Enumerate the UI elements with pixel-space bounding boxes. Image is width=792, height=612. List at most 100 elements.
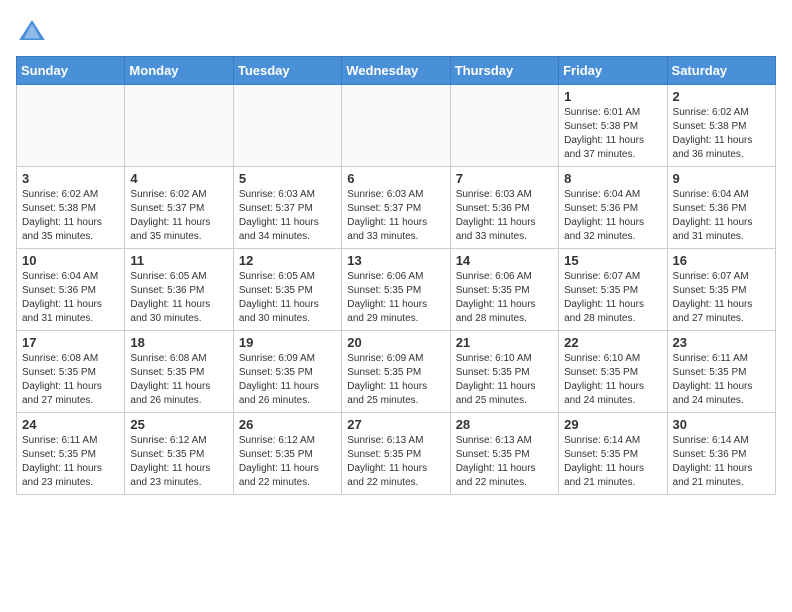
day-info: Sunrise: 6:13 AM Sunset: 5:35 PM Dayligh… [456,434,553,490]
page-header [16,16,776,48]
day-number: 9 [673,171,770,186]
calendar-cell: 26 Sunrise: 6:12 AM Sunset: 5:35 PM Dayli… [233,413,341,495]
calendar-cell: 22 Sunrise: 6:10 AM Sunset: 5:35 PM Dayli… [559,331,667,413]
day-info: Sunrise: 6:11 AM Sunset: 5:35 PM Dayligh… [22,434,119,490]
weekday-header-saturday: Saturday [667,57,775,85]
day-number: 18 [130,335,227,350]
calendar-cell: 6 Sunrise: 6:03 AM Sunset: 5:37 PM Daylig… [342,167,450,249]
calendar-cell: 18 Sunrise: 6:08 AM Sunset: 5:35 PM Dayli… [125,331,233,413]
weekday-header-sunday: Sunday [17,57,125,85]
day-info: Sunrise: 6:14 AM Sunset: 5:35 PM Dayligh… [564,434,661,490]
day-number: 26 [239,417,336,432]
calendar-cell [450,85,558,167]
logo [16,16,52,48]
day-info: Sunrise: 6:05 AM Sunset: 5:35 PM Dayligh… [239,270,336,326]
day-info: Sunrise: 6:04 AM Sunset: 5:36 PM Dayligh… [564,188,661,244]
day-info: Sunrise: 6:12 AM Sunset: 5:35 PM Dayligh… [239,434,336,490]
day-number: 17 [22,335,119,350]
day-number: 21 [456,335,553,350]
day-info: Sunrise: 6:08 AM Sunset: 5:35 PM Dayligh… [22,352,119,408]
calendar-cell: 30 Sunrise: 6:14 AM Sunset: 5:36 PM Dayli… [667,413,775,495]
weekday-header-row: SundayMondayTuesdayWednesdayThursdayFrid… [17,57,776,85]
day-info: Sunrise: 6:07 AM Sunset: 5:35 PM Dayligh… [673,270,770,326]
day-number: 12 [239,253,336,268]
day-info: Sunrise: 6:02 AM Sunset: 5:38 PM Dayligh… [673,106,770,162]
day-number: 13 [347,253,444,268]
weekday-header-thursday: Thursday [450,57,558,85]
day-number: 10 [22,253,119,268]
day-info: Sunrise: 6:06 AM Sunset: 5:35 PM Dayligh… [347,270,444,326]
calendar-cell: 21 Sunrise: 6:10 AM Sunset: 5:35 PM Dayli… [450,331,558,413]
day-number: 22 [564,335,661,350]
day-number: 7 [456,171,553,186]
day-number: 28 [456,417,553,432]
day-info: Sunrise: 6:10 AM Sunset: 5:35 PM Dayligh… [456,352,553,408]
day-info: Sunrise: 6:08 AM Sunset: 5:35 PM Dayligh… [130,352,227,408]
calendar-cell [342,85,450,167]
calendar-cell [233,85,341,167]
calendar-week-4: 17 Sunrise: 6:08 AM Sunset: 5:35 PM Dayli… [17,331,776,413]
day-info: Sunrise: 6:09 AM Sunset: 5:35 PM Dayligh… [347,352,444,408]
weekday-header-monday: Monday [125,57,233,85]
day-info: Sunrise: 6:02 AM Sunset: 5:37 PM Dayligh… [130,188,227,244]
weekday-header-wednesday: Wednesday [342,57,450,85]
day-info: Sunrise: 6:01 AM Sunset: 5:38 PM Dayligh… [564,106,661,162]
day-number: 5 [239,171,336,186]
calendar-table: SundayMondayTuesdayWednesdayThursdayFrid… [16,56,776,495]
calendar-cell: 16 Sunrise: 6:07 AM Sunset: 5:35 PM Dayli… [667,249,775,331]
calendar-week-5: 24Sunrise: 6:11 AM Sunset: 5:35 PM Dayli… [17,413,776,495]
calendar-cell: 8 Sunrise: 6:04 AM Sunset: 5:36 PM Daylig… [559,167,667,249]
calendar-cell: 9 Sunrise: 6:04 AM Sunset: 5:36 PM Daylig… [667,167,775,249]
day-info: Sunrise: 6:04 AM Sunset: 5:36 PM Dayligh… [673,188,770,244]
day-number: 15 [564,253,661,268]
calendar-cell: 11 Sunrise: 6:05 AM Sunset: 5:36 PM Dayli… [125,249,233,331]
calendar-cell: 24Sunrise: 6:11 AM Sunset: 5:35 PM Dayli… [17,413,125,495]
calendar-cell: 7 Sunrise: 6:03 AM Sunset: 5:36 PM Daylig… [450,167,558,249]
day-info: Sunrise: 6:09 AM Sunset: 5:35 PM Dayligh… [239,352,336,408]
day-number: 8 [564,171,661,186]
day-info: Sunrise: 6:05 AM Sunset: 5:36 PM Dayligh… [130,270,227,326]
day-number: 1 [564,89,661,104]
day-number: 30 [673,417,770,432]
calendar-cell: 5 Sunrise: 6:03 AM Sunset: 5:37 PM Daylig… [233,167,341,249]
calendar-cell: 23Sunrise: 6:11 AM Sunset: 5:35 PM Dayli… [667,331,775,413]
day-number: 11 [130,253,227,268]
calendar-cell: 29 Sunrise: 6:14 AM Sunset: 5:35 PM Dayli… [559,413,667,495]
day-info: Sunrise: 6:13 AM Sunset: 5:35 PM Dayligh… [347,434,444,490]
day-number: 16 [673,253,770,268]
calendar-week-1: 1 Sunrise: 6:01 AM Sunset: 5:38 PM Daylig… [17,85,776,167]
day-info: Sunrise: 6:12 AM Sunset: 5:35 PM Dayligh… [130,434,227,490]
calendar-cell [125,85,233,167]
calendar-cell: 13 Sunrise: 6:06 AM Sunset: 5:35 PM Dayli… [342,249,450,331]
weekday-header-friday: Friday [559,57,667,85]
calendar-cell: 15Sunrise: 6:07 AM Sunset: 5:35 PM Dayli… [559,249,667,331]
calendar-cell: 4 Sunrise: 6:02 AM Sunset: 5:37 PM Daylig… [125,167,233,249]
day-number: 20 [347,335,444,350]
day-number: 2 [673,89,770,104]
weekday-header-tuesday: Tuesday [233,57,341,85]
calendar-cell: 12 Sunrise: 6:05 AM Sunset: 5:35 PM Dayli… [233,249,341,331]
day-info: Sunrise: 6:03 AM Sunset: 5:36 PM Dayligh… [456,188,553,244]
calendar-cell: 2 Sunrise: 6:02 AM Sunset: 5:38 PM Daylig… [667,85,775,167]
calendar-week-2: 3Sunrise: 6:02 AM Sunset: 5:38 PM Daylig… [17,167,776,249]
day-info: Sunrise: 6:03 AM Sunset: 5:37 PM Dayligh… [347,188,444,244]
day-number: 19 [239,335,336,350]
calendar-cell: 28 Sunrise: 6:13 AM Sunset: 5:35 PM Dayli… [450,413,558,495]
calendar-cell: 25Sunrise: 6:12 AM Sunset: 5:35 PM Dayli… [125,413,233,495]
calendar-cell: 19 Sunrise: 6:09 AM Sunset: 5:35 PM Dayli… [233,331,341,413]
day-info: Sunrise: 6:03 AM Sunset: 5:37 PM Dayligh… [239,188,336,244]
day-number: 3 [22,171,119,186]
calendar-cell: 1 Sunrise: 6:01 AM Sunset: 5:38 PM Daylig… [559,85,667,167]
calendar-cell [17,85,125,167]
day-number: 27 [347,417,444,432]
day-info: Sunrise: 6:11 AM Sunset: 5:35 PM Dayligh… [673,352,770,408]
calendar-cell: 27 Sunrise: 6:13 AM Sunset: 5:35 PM Dayli… [342,413,450,495]
calendar-cell: 3Sunrise: 6:02 AM Sunset: 5:38 PM Daylig… [17,167,125,249]
day-info: Sunrise: 6:10 AM Sunset: 5:35 PM Dayligh… [564,352,661,408]
day-number: 14 [456,253,553,268]
day-number: 29 [564,417,661,432]
calendar-cell: 20 Sunrise: 6:09 AM Sunset: 5:35 PM Dayli… [342,331,450,413]
day-info: Sunrise: 6:14 AM Sunset: 5:36 PM Dayligh… [673,434,770,490]
day-number: 4 [130,171,227,186]
day-number: 6 [347,171,444,186]
